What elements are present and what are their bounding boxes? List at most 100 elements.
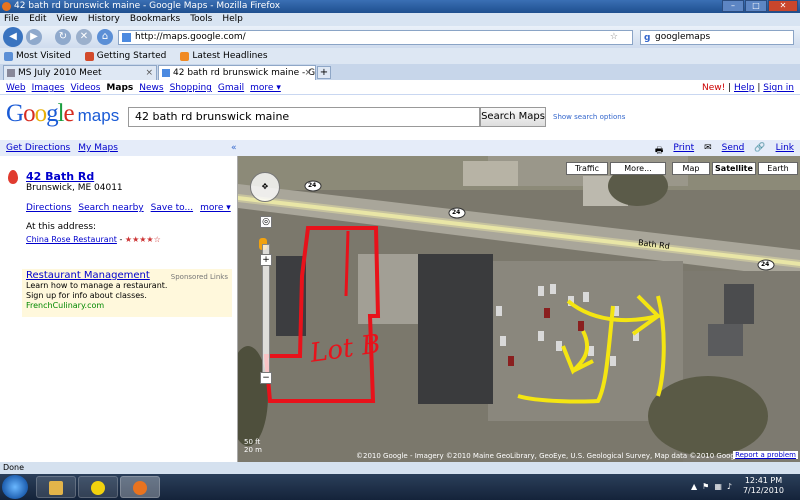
satellite-imagery (238, 156, 800, 462)
menu-file[interactable]: File (4, 13, 19, 26)
window-controls: – □ ✕ (722, 0, 798, 12)
home-button[interactable]: ⌂ (97, 29, 113, 45)
gbar-more[interactable]: more ▾ (250, 83, 281, 93)
gbar-help[interactable]: Help (734, 83, 755, 93)
taskbar-aim[interactable] (78, 476, 118, 498)
url-text: http://maps.google.com/ (135, 32, 246, 42)
zoom-extent-icon[interactable]: ◎ (260, 216, 272, 228)
tab-favicon-icon (162, 69, 170, 77)
network-icon[interactable]: ▦ (714, 482, 722, 491)
earth-view-button[interactable]: Earth (758, 162, 798, 175)
aim-icon (91, 481, 105, 495)
browser-search-box[interactable]: g googlemaps (640, 30, 794, 45)
status-bar: Done (0, 462, 800, 474)
report-problem-link[interactable]: Report a problem (733, 451, 798, 459)
flag-icon[interactable]: ⚑ (702, 482, 709, 491)
start-button[interactable] (2, 475, 28, 499)
map-scale: 50 ft 20 m (244, 438, 262, 454)
ad-url[interactable]: FrenchCulinary.com (26, 301, 228, 311)
pan-control[interactable]: ✥ (250, 172, 280, 202)
gbar-maps-current: Maps (106, 83, 134, 93)
menu-edit[interactable]: Edit (29, 13, 46, 26)
map-pin-icon[interactable] (8, 170, 18, 184)
tab-close-icon[interactable]: × (304, 66, 312, 80)
google-search-engine-icon[interactable]: g (644, 32, 650, 45)
minimize-button[interactable]: – (722, 0, 744, 12)
tab-google-maps[interactable]: 42 bath rd brunswick maine - Go... × (158, 65, 316, 80)
satellite-view-button[interactable]: Satellite (712, 162, 756, 175)
close-button[interactable]: ✕ (768, 0, 798, 12)
system-tray: ▲ ⚑ ▦ ♪ (691, 482, 732, 491)
sponsored-links-label[interactable]: Sponsored Links (171, 272, 228, 282)
google-maps-logo[interactable]: Google maps (6, 100, 119, 128)
back-button[interactable]: ◀ (3, 27, 23, 47)
place-actions: Directions Search nearby Save to... more… (26, 203, 231, 213)
stop-button[interactable]: ✕ (76, 29, 92, 45)
menu-tools[interactable]: Tools (190, 13, 212, 26)
taskbar-clock[interactable]: 12:41 PM 7/12/2010 (743, 476, 784, 496)
menu-view[interactable]: View (57, 13, 78, 26)
show-search-options-link[interactable]: Show search options (553, 113, 625, 121)
taskbar-firefox[interactable] (120, 476, 160, 498)
route-24-shield-2: 24 (452, 209, 461, 216)
sponsored-ad: Restaurant Management Sponsored Links Le… (22, 269, 232, 317)
more-layers-button[interactable]: More... (610, 162, 666, 175)
google-favicon-icon (122, 33, 131, 42)
collapse-panel-icon[interactable]: « (231, 143, 237, 153)
map-view-button[interactable]: Map (672, 162, 710, 175)
new-feature-badge[interactable]: New! (702, 83, 725, 93)
forward-button[interactable]: ▶ (26, 29, 42, 45)
save-to-link[interactable]: Save to... (151, 203, 193, 213)
directions-link[interactable]: Directions (26, 203, 71, 213)
tab-strip: MS July 2010 Meet × 42 bath rd brunswick… (0, 64, 800, 80)
volume-icon[interactable]: ♪ (727, 482, 732, 491)
route-24-shield-3: 24 (761, 261, 770, 268)
bookmark-star-icon[interactable]: ☆ (610, 31, 618, 44)
get-directions-link[interactable]: Get Directions (6, 143, 70, 153)
rating-stars: ★★★★☆ (124, 235, 161, 244)
menu-bookmarks[interactable]: Bookmarks (130, 13, 180, 26)
bookmark-icon (84, 51, 94, 61)
firefox-icon (2, 2, 11, 11)
tab-ms-meet[interactable]: MS July 2010 Meet × (3, 65, 157, 80)
restaurant-link[interactable]: China Rose Restaurant (26, 235, 117, 244)
map-type-controls: Traffic More... (566, 162, 666, 175)
bookmark-getting-started[interactable]: Getting Started (84, 48, 166, 64)
firefox-icon (133, 481, 147, 495)
menu-help[interactable]: Help (222, 13, 243, 26)
gbar-news[interactable]: News (139, 83, 163, 93)
gbar-images[interactable]: Images (32, 83, 65, 93)
bookmark-most-visited[interactable]: Most Visited (4, 48, 71, 64)
maps-search-input[interactable]: 42 bath rd brunswick maine (128, 107, 480, 127)
zoom-in-button[interactable]: + (260, 254, 272, 266)
satellite-map[interactable]: 24 24 24 Bath Rd Lot B Traffic More... M… (238, 156, 800, 462)
gbar-sign-in[interactable]: Sign in (763, 83, 794, 93)
maximize-button[interactable]: □ (745, 0, 767, 12)
bookmark-latest-headlines[interactable]: Latest Headlines (180, 48, 268, 64)
gbar-videos[interactable]: Videos (71, 83, 101, 93)
more-link[interactable]: more ▾ (200, 203, 231, 213)
new-tab-button[interactable]: + (317, 66, 331, 79)
gbar-web[interactable]: Web (6, 83, 26, 93)
gbar-shopping[interactable]: Shopping (170, 83, 212, 93)
tab-close-icon[interactable]: × (145, 66, 153, 80)
tray-expand-icon[interactable]: ▲ (691, 482, 697, 491)
url-bar[interactable]: http://maps.google.com/ ☆ (118, 30, 633, 45)
navigation-toolbar: ◀ ▶ ↻ ✕ ⌂ http://maps.google.com/ ☆ g go… (0, 26, 800, 48)
menu-history[interactable]: History (88, 13, 120, 26)
route-24-shield-1: 24 (308, 182, 317, 189)
zoom-out-button[interactable]: − (260, 372, 272, 384)
place-address: Brunswick, ME 04011 (26, 183, 123, 193)
clock-time: 12:41 PM (744, 476, 783, 485)
windows-taskbar: ▲ ⚑ ▦ ♪ 12:41 PM 7/12/2010 (0, 474, 800, 500)
gbar-gmail[interactable]: Gmail (218, 83, 244, 93)
search-maps-button[interactable]: Search Maps (480, 107, 546, 127)
reload-button[interactable]: ↻ (55, 29, 71, 45)
taskbar-explorer[interactable] (36, 476, 76, 498)
search-nearby-link[interactable]: Search nearby (78, 203, 143, 213)
clock-date: 7/12/2010 (742, 486, 784, 495)
traffic-button[interactable]: Traffic (566, 162, 608, 175)
place-title-link[interactable]: 42 Bath Rd (26, 170, 94, 183)
my-maps-link[interactable]: My Maps (78, 143, 118, 153)
at-address-label: At this address: (26, 222, 97, 232)
